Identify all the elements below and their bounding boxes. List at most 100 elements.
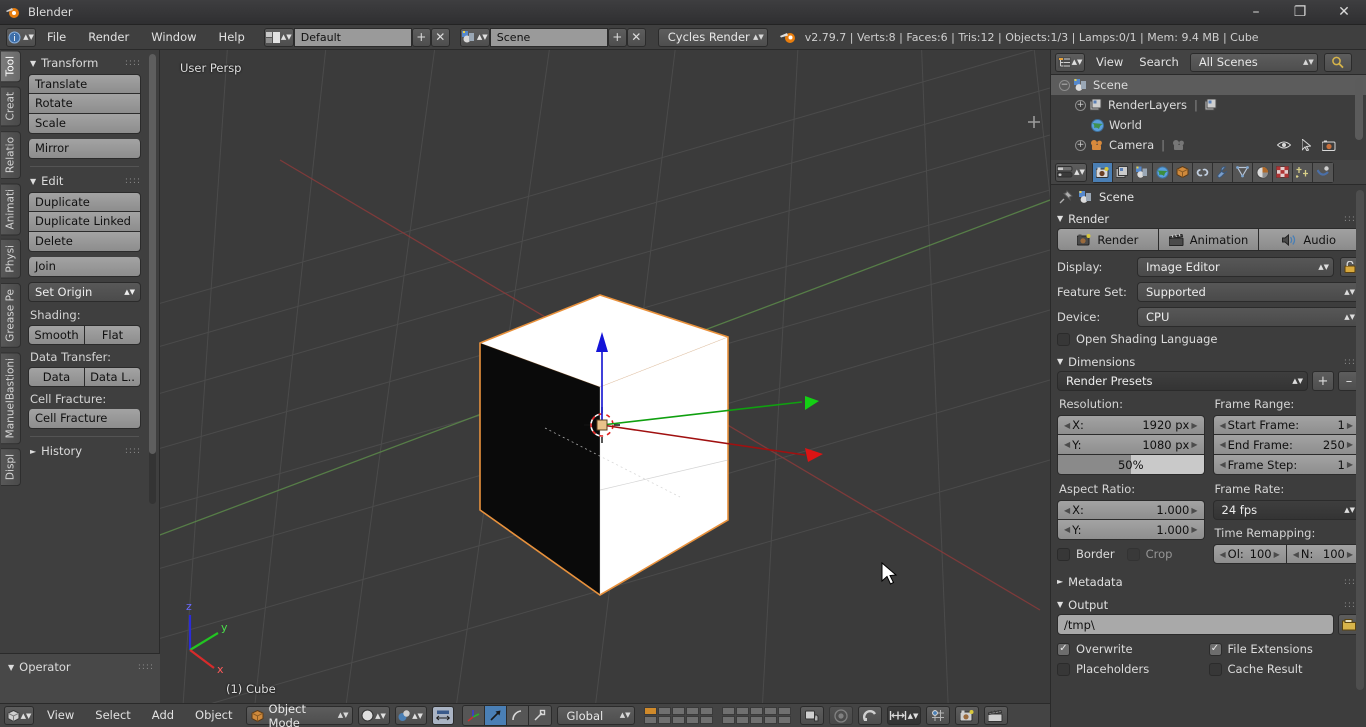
- join-button[interactable]: Join: [28, 257, 141, 277]
- info-editor-type-button[interactable]: i ▲▼: [6, 27, 36, 47]
- overwrite-checkbox-row[interactable]: ✓ Overwrite: [1057, 642, 1209, 656]
- scene-add-button[interactable]: +: [607, 27, 627, 47]
- render-image-icon[interactable]: [954, 706, 979, 725]
- tab-relations[interactable]: Relatio: [1, 130, 21, 179]
- snap-target-icon[interactable]: [925, 706, 950, 725]
- layer-grid-1[interactable]: [643, 707, 713, 724]
- chevron-left-icon[interactable]: ◀: [1218, 421, 1228, 430]
- maximize-button[interactable]: ❐: [1278, 0, 1322, 25]
- delete-button[interactable]: Delete: [28, 232, 141, 252]
- resolution-y-field[interactable]: ◀ Y: 1080 px ▶: [1057, 435, 1205, 455]
- minimize-button[interactable]: –: [1234, 0, 1278, 25]
- translate-manipulator-icon[interactable]: [484, 706, 507, 725]
- proportional-edit-icon[interactable]: [828, 706, 853, 725]
- snap-magnet-icon[interactable]: [857, 706, 882, 725]
- chevron-left-icon[interactable]: ◀: [1218, 550, 1228, 559]
- search-icon[interactable]: [1323, 52, 1352, 72]
- history-panel-header[interactable]: ► History ::::: [28, 442, 141, 462]
- render-button[interactable]: Render: [1058, 229, 1159, 250]
- outliner-scrollbar[interactable]: [1355, 78, 1363, 140]
- outliner-tree[interactable]: − Scene + RenderLayers | World + Camera …: [1051, 75, 1366, 160]
- tab-material[interactable]: [1253, 162, 1273, 182]
- placeholders-checkbox[interactable]: [1057, 662, 1070, 676]
- tab-physics[interactable]: [1313, 162, 1333, 182]
- properties-editor-type-button[interactable]: ▲▼: [1055, 162, 1087, 182]
- chevron-right-icon[interactable]: ▶: [1345, 460, 1355, 469]
- tool-shelf-scrollbar[interactable]: [149, 54, 156, 504]
- lock-camera-icon[interactable]: [799, 706, 824, 725]
- chevron-right-icon[interactable]: ▶: [1189, 440, 1199, 449]
- tab-scene[interactable]: [1133, 162, 1153, 182]
- aspect-y-field[interactable]: ◀ Y: 1.000 ▶: [1057, 520, 1205, 540]
- aspect-x-field[interactable]: ◀ X: 1.000 ▶: [1057, 500, 1205, 520]
- translate-button[interactable]: Translate: [28, 74, 141, 94]
- tab-world[interactable]: [1153, 162, 1173, 182]
- animation-button[interactable]: Animation: [1158, 229, 1260, 250]
- feature-set-dropdown[interactable]: Supported ▲▼: [1137, 282, 1360, 302]
- cache-result-checkbox-row[interactable]: Cache Result: [1208, 662, 1361, 676]
- data-button[interactable]: Data: [28, 367, 85, 387]
- shading-mode-dropdown[interactable]: ▲▼: [357, 706, 390, 725]
- placeholders-checkbox-row[interactable]: Placeholders: [1057, 662, 1209, 676]
- scene-field[interactable]: Scene: [489, 27, 608, 47]
- border-checkbox[interactable]: [1057, 547, 1070, 561]
- tab-particles[interactable]: [1293, 162, 1313, 182]
- display-dropdown[interactable]: Image Editor ▲▼: [1137, 257, 1334, 277]
- renderlayers-data-icon[interactable]: [1204, 99, 1218, 111]
- outliner-row-scene[interactable]: − Scene: [1051, 75, 1366, 95]
- file-extensions-checkbox-row[interactable]: ✓ File Extensions: [1208, 642, 1361, 656]
- new-frame-field[interactable]: ◀ N: 100 ▶: [1286, 544, 1360, 564]
- scene-icon[interactable]: ▲▼: [459, 27, 490, 47]
- dimensions-panel-header[interactable]: ▼ Dimensions ::::: [1057, 352, 1360, 371]
- data-layout-button[interactable]: Data L..: [85, 367, 141, 387]
- smooth-button[interactable]: Smooth: [28, 325, 85, 345]
- outliner-row-renderlayers[interactable]: + RenderLayers |: [1051, 95, 1366, 115]
- chevron-right-icon[interactable]: ▶: [1345, 440, 1355, 449]
- chevron-left-icon[interactable]: ◀: [1062, 440, 1072, 449]
- osl-checkbox-row[interactable]: Open Shading Language: [1057, 332, 1360, 346]
- camera-render-icon[interactable]: [1322, 140, 1336, 151]
- chevron-right-icon[interactable]: ▶: [1272, 550, 1282, 559]
- chevron-left-icon[interactable]: ◀: [1062, 525, 1072, 534]
- pivot-align-toggle[interactable]: [431, 706, 454, 725]
- overwrite-checkbox[interactable]: ✓: [1057, 642, 1070, 656]
- menu-window[interactable]: Window: [140, 28, 207, 47]
- screen-add-button[interactable]: +: [411, 27, 431, 47]
- outliner-menu-search[interactable]: Search: [1134, 53, 1184, 72]
- view3d-menu-add[interactable]: Add: [144, 706, 182, 725]
- expand-icon[interactable]: +: [1075, 139, 1086, 151]
- osl-checkbox[interactable]: [1057, 332, 1070, 346]
- rotate-button[interactable]: Rotate: [28, 94, 141, 114]
- screen-delete-button[interactable]: ✕: [430, 27, 450, 47]
- outliner-menu-view[interactable]: View: [1091, 53, 1128, 72]
- chevron-right-icon[interactable]: ▶: [1345, 421, 1355, 430]
- output-path-field[interactable]: /tmp\: [1057, 614, 1334, 635]
- tab-create[interactable]: Creat: [1, 86, 21, 127]
- tab-modifiers[interactable]: [1213, 162, 1233, 182]
- tab-texture[interactable]: [1273, 162, 1293, 182]
- menu-render[interactable]: Render: [77, 28, 140, 47]
- duplicate-linked-button[interactable]: Duplicate Linked: [28, 212, 141, 232]
- transform-orientation-dropdown[interactable]: Global ▲▼: [556, 706, 635, 725]
- menu-file[interactable]: File: [36, 28, 77, 47]
- cell-fracture-button[interactable]: Cell Fracture: [28, 409, 141, 429]
- pivot-point-dropdown[interactable]: ▲▼: [394, 706, 427, 725]
- device-dropdown[interactable]: CPU ▲▼: [1137, 307, 1360, 327]
- screen-layout-field[interactable]: Default: [293, 27, 412, 47]
- cursor-arrow-icon[interactable]: [1302, 139, 1311, 151]
- scale-manipulator-icon[interactable]: [528, 706, 551, 725]
- viewport-3d[interactable]: z y x User Persp (1) Cube: [160, 50, 1050, 703]
- collapse-icon[interactable]: −: [1059, 79, 1070, 91]
- chevron-right-icon[interactable]: ▶: [1189, 421, 1199, 430]
- set-origin-dropdown[interactable]: Set Origin ▲▼: [28, 282, 141, 302]
- chevron-left-icon[interactable]: ◀: [1062, 506, 1072, 515]
- scale-button[interactable]: Scale: [28, 114, 141, 134]
- flat-button[interactable]: Flat: [85, 325, 141, 345]
- tab-object[interactable]: [1173, 162, 1193, 182]
- file-extensions-checkbox[interactable]: ✓: [1208, 642, 1222, 656]
- crop-checkbox-row[interactable]: Crop: [1126, 547, 1172, 561]
- tab-physics[interactable]: Physi: [1, 239, 21, 279]
- metadata-panel-header[interactable]: ► Metadata ::::: [1057, 572, 1360, 591]
- camera-data-icon[interactable]: [1172, 139, 1186, 151]
- chevron-right-icon[interactable]: ▶: [1189, 525, 1199, 534]
